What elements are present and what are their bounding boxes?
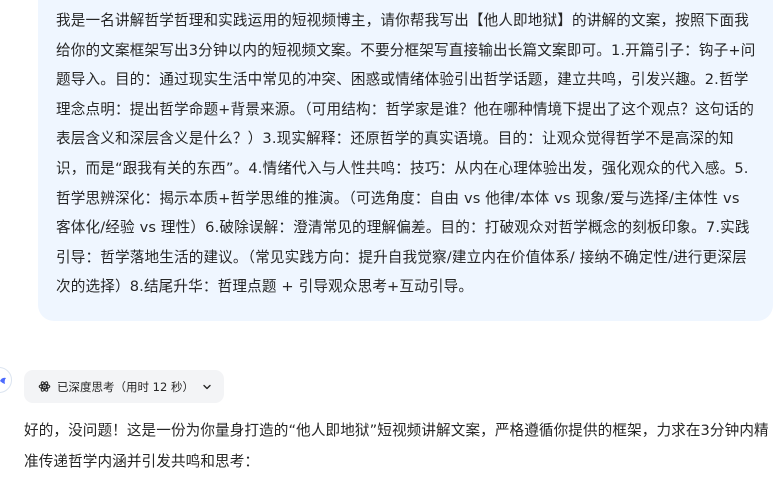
deep-thinking-label: 已深度思考（用时 12 秒） — [57, 379, 194, 394]
chat-page: 我是一名讲解哲学哲理和实践运用的短视频博主，请你帮我写出【他人即地狱】的讲解的文… — [0, 0, 773, 493]
user-message-bubble: 我是一名讲解哲学哲理和实践运用的短视频博主，请你帮我写出【他人即地狱】的讲解的文… — [38, 0, 773, 321]
assistant-reply-text: 好的，没问题！这是一份为你量身打造的“他人即地狱”短视频讲解文案，严格遵循你提供… — [24, 422, 769, 470]
assistant-avatar — [0, 367, 12, 393]
atom-icon — [38, 381, 51, 392]
whale-logo-icon — [0, 377, 6, 384]
user-message-text: 我是一名讲解哲学哲理和实践运用的短视频博主，请你帮我写出【他人即地狱】的讲解的文… — [56, 12, 756, 296]
deep-thinking-toggle[interactable]: 已深度思考（用时 12 秒） — [24, 370, 224, 403]
chevron-down-icon — [203, 384, 211, 389]
